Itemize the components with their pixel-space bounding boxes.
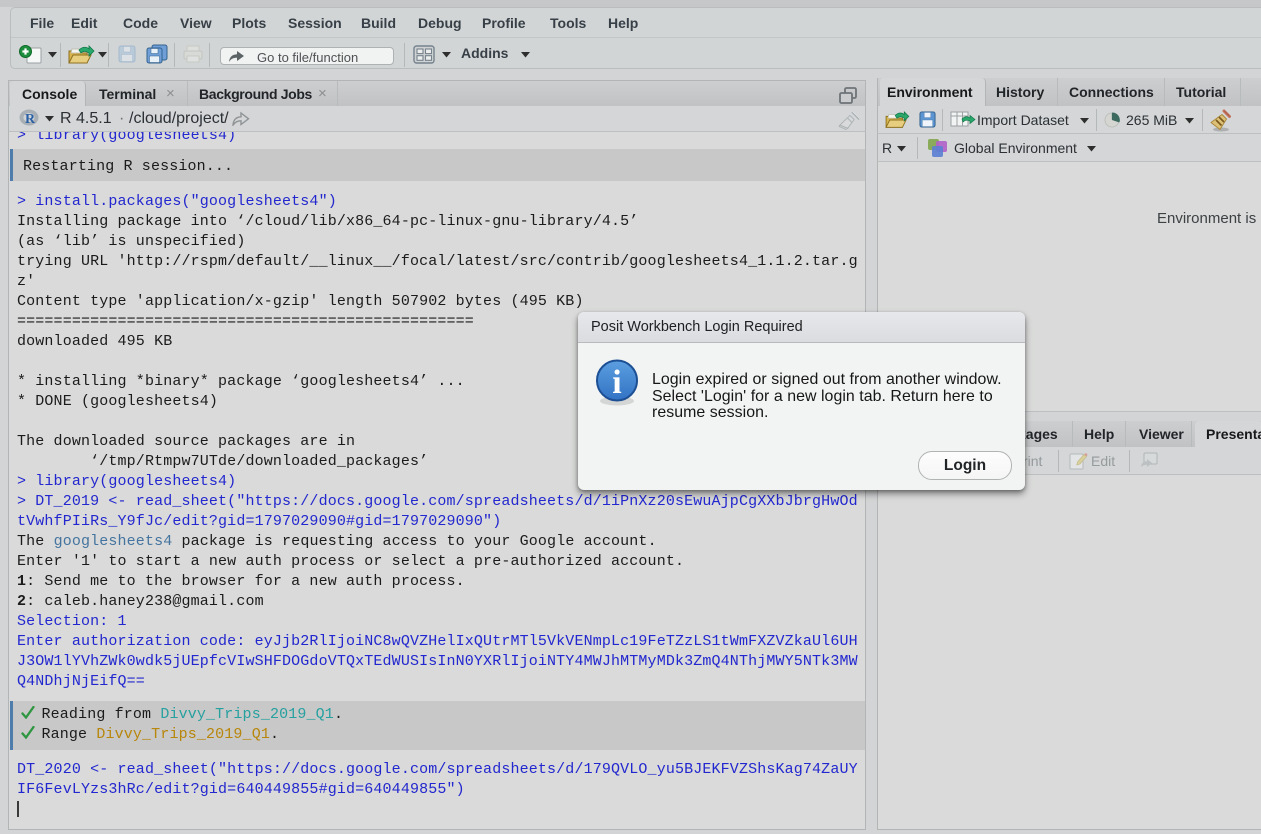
svg-text:i: i bbox=[612, 364, 621, 401]
svg-text:R: R bbox=[25, 112, 36, 126]
